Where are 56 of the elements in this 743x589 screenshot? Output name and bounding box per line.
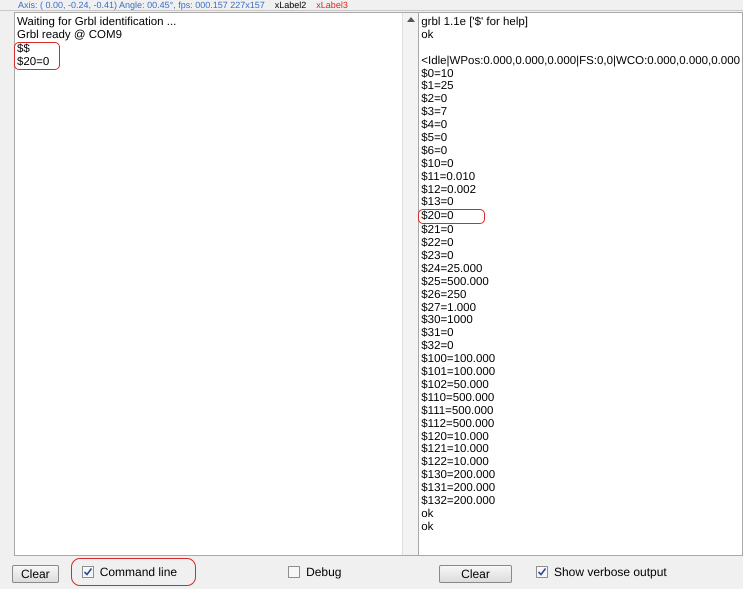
log-line: $25=500.000 <box>421 276 490 289</box>
log-line: $31=0 <box>421 327 455 340</box>
log-line: $20=0 <box>421 210 454 224</box>
log-line: $120=10.000 <box>421 430 490 444</box>
scrollbar[interactable] <box>402 13 418 555</box>
clear-button[interactable]: Clear <box>439 565 512 583</box>
log-line: $22=0 <box>421 237 455 250</box>
log-line: $121=10.000 <box>421 443 490 456</box>
log-line: $24=25.000 <box>421 262 484 276</box>
log-line: grbl 1.1e ['$' for help] <box>421 16 529 29</box>
log-line: $2=0 <box>421 93 448 106</box>
log-line: $13=0 <box>421 196 455 210</box>
log-line: $10=0 <box>421 158 455 171</box>
log-line: Waiting for Grbl identification ... <box>17 16 178 29</box>
log-line: $110=500.000 <box>421 392 496 405</box>
log-line: $131=200.000 <box>421 482 496 495</box>
checkbox-label[interactable]: Command line <box>100 565 178 579</box>
status-label: xLabel3 <box>316 0 348 10</box>
checkbox[interactable] <box>82 566 94 578</box>
checkbox[interactable] <box>536 566 548 578</box>
log-line: $132=200.000 <box>421 494 496 508</box>
log-line: $26=250 <box>421 288 468 302</box>
log-line: $$ <box>17 42 31 56</box>
log-line: $30=1000 <box>421 314 474 328</box>
clear-button[interactable]: Clear <box>12 565 59 583</box>
log-line: $20=0 <box>17 56 50 69</box>
log-line: $122=10.000 <box>421 456 490 470</box>
log-line: $23=0 <box>421 250 455 263</box>
log-line: $4=0 <box>421 119 448 132</box>
log-line: $1=25 <box>421 80 455 94</box>
checkbox-label[interactable]: Show verbose output <box>554 565 667 579</box>
log-line: $102=50.000 <box>421 378 490 392</box>
log-line: $111=500.000 <box>421 404 494 418</box>
log-line: ok <box>421 520 434 534</box>
log-line: $100=100.000 <box>421 353 496 366</box>
log-line: $12=0.002 <box>421 184 477 196</box>
log-line: $5=0 <box>421 132 448 145</box>
log-line: $112=500.000 <box>421 418 496 430</box>
log-line: $130=200.000 <box>421 469 496 482</box>
log-line: $3=7 <box>421 106 448 120</box>
axis-readout: Axis: ( 0.00, -0.24, -0.41) Angle: 00.45°, fps: 000.157 227x157 <box>18 0 265 10</box>
log-line: Grbl ready @ COM9 <box>17 28 123 42</box>
log-line: $27=1.000 <box>421 302 477 314</box>
log-line: $0=10 <box>421 68 455 80</box>
log-line: $6=0 <box>421 144 448 158</box>
log-line: ok <box>421 508 434 521</box>
status-label: xLabel2 <box>274 0 306 10</box>
checkbox[interactable] <box>288 566 300 578</box>
log-line: $11=0.010 <box>421 170 476 184</box>
scroll-up-icon[interactable] <box>406 17 415 22</box>
log-line: $32=0 <box>421 340 455 354</box>
log-line: $101=100.000 <box>421 366 496 379</box>
log-line: ok <box>421 28 434 42</box>
checkbox-label[interactable]: Debug <box>306 565 342 579</box>
log-line: <Idle|WPos:0.000,0.000,0.000|FS:0,0|WCO:0.000,0.000,0.000 <box>421 54 740 68</box>
log-line: $21=0 <box>421 224 455 238</box>
